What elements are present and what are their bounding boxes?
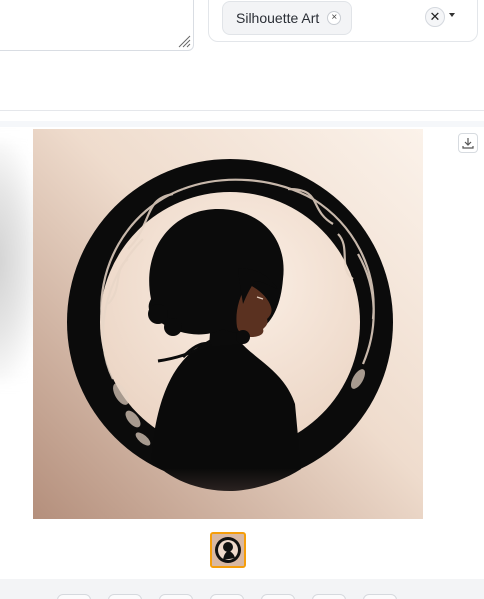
download-button[interactable] [458,133,478,153]
style-chip-label: Silhouette Art [236,10,320,26]
toolbar-button-6[interactable] [312,594,346,599]
download-icon [462,138,474,149]
toolbar-button-5[interactable] [261,594,295,599]
toolbar-button-7[interactable] [363,594,397,599]
prompt-textarea[interactable] [0,0,194,51]
style-selector: Silhouette Art × ✕ [208,0,478,42]
image-gallery [0,121,484,579]
chevron-down-icon[interactable] [449,13,455,17]
toolbar-button-2[interactable] [108,594,142,599]
generated-image[interactable] [33,129,423,519]
gallery-header-strip [0,121,484,127]
toolbar-button-3[interactable] [159,594,193,599]
image-thumbnail[interactable] [210,532,246,568]
toolbar-button-1[interactable] [57,594,91,599]
clear-selection-icon[interactable]: ✕ [425,7,445,27]
thumbnail-image [212,534,244,566]
style-chip[interactable]: Silhouette Art × [222,1,353,35]
chip-remove-icon[interactable]: × [327,11,342,25]
resize-grip-icon[interactable] [177,34,191,48]
app-root: Silhouette Art × ✕ [0,0,484,599]
section-divider [0,110,484,111]
toolbar-button-4[interactable] [210,594,244,599]
